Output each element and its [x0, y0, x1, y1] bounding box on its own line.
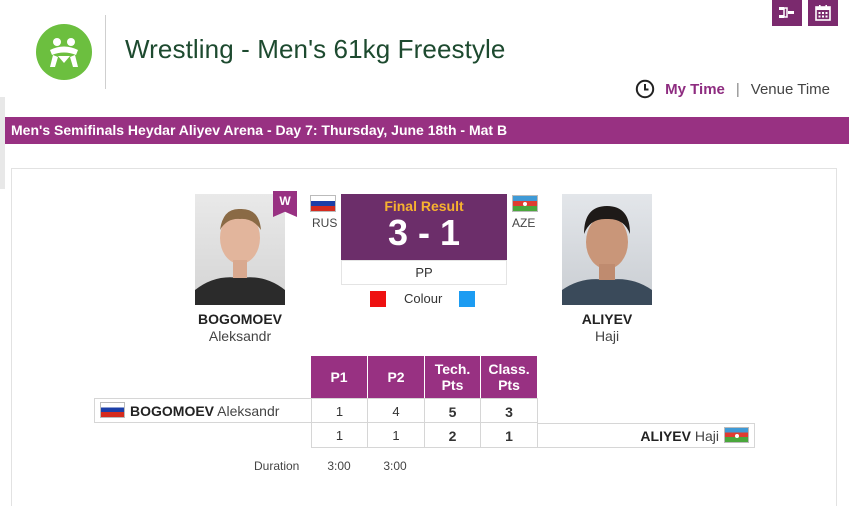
table-row-blue-athlete: ALIYEV Haji	[537, 423, 755, 448]
bracket-icon[interactable]	[772, 0, 802, 26]
colour-label: Colour	[404, 291, 443, 306]
athlete-name-red: BOGOMOEV Aleksandr	[180, 311, 300, 344]
header-class-pts: Class. Pts	[481, 356, 537, 398]
cell-red-p2: 4	[367, 398, 425, 423]
time-toggle: My Time | Venue Time	[635, 79, 830, 99]
my-time-link[interactable]: My Time	[665, 81, 725, 98]
row-last-name: ALIYEV	[640, 428, 691, 444]
cell-blue-class-pts: 1	[480, 422, 538, 448]
header-divider	[105, 15, 106, 89]
flag-aze-icon	[512, 195, 538, 212]
calendar-icon[interactable]	[808, 0, 838, 26]
flag-rus-icon	[310, 195, 336, 212]
athlete-last-name: ALIYEV	[581, 311, 633, 327]
colour-legend: Colour	[370, 291, 475, 309]
time-separator: |	[735, 80, 740, 98]
athlete-name-blue: ALIYEV Haji	[547, 311, 667, 344]
cell-red-tech-pts: 5	[424, 398, 481, 423]
duration-p2: 3:00	[383, 459, 407, 473]
flag-rus-icon	[100, 402, 125, 418]
cell-blue-tech-pts: 2	[424, 422, 481, 448]
duration-label: Duration	[254, 459, 300, 473]
row-first-name: Haji	[694, 428, 719, 444]
cell-red-class-pts: 3	[480, 398, 538, 423]
duration-p1: 3:00	[327, 459, 351, 473]
row-first-name: Aleksandr	[217, 403, 280, 419]
wrestling-pictogram-icon	[36, 24, 92, 80]
result-type: PP	[341, 260, 507, 285]
header-p1: P1	[311, 356, 367, 398]
cell-blue-p1: 1	[311, 422, 368, 448]
header-p2: P2	[368, 356, 424, 398]
noc-red: RUS	[312, 216, 338, 230]
noc-blue: AZE	[512, 216, 536, 230]
blue-corner-swatch	[459, 291, 475, 307]
page-title: Wrestling - Men's 61kg Freestyle	[125, 34, 506, 64]
result-score: 3 - 1	[387, 212, 461, 253]
flag-aze-icon	[724, 427, 749, 443]
header-tech-pts: Tech. Pts	[425, 356, 480, 398]
row-last-name: BOGOMOEV	[130, 403, 215, 419]
cell-red-p1: 1	[311, 398, 368, 423]
athlete-last-name: BOGOMOEV	[197, 311, 282, 327]
athlete-first-name: Aleksandr	[208, 328, 272, 344]
venue-time-link[interactable]: Venue Time	[751, 81, 830, 98]
session-bar: Men's Semifinals Heydar Aliyev Arena - D…	[5, 117, 849, 144]
final-result-box: Final Result 3 - 1	[341, 194, 507, 260]
athlete-photo-blue	[562, 194, 652, 305]
cell-blue-p2: 1	[367, 422, 425, 448]
top-toolbar	[772, 0, 838, 26]
table-row-red-athlete: BOGOMOEV Aleksandr	[94, 398, 312, 423]
clock-icon	[635, 79, 655, 99]
athlete-first-name: Haji	[594, 328, 620, 344]
red-corner-swatch	[370, 291, 386, 307]
athlete-photo-red	[195, 194, 285, 305]
